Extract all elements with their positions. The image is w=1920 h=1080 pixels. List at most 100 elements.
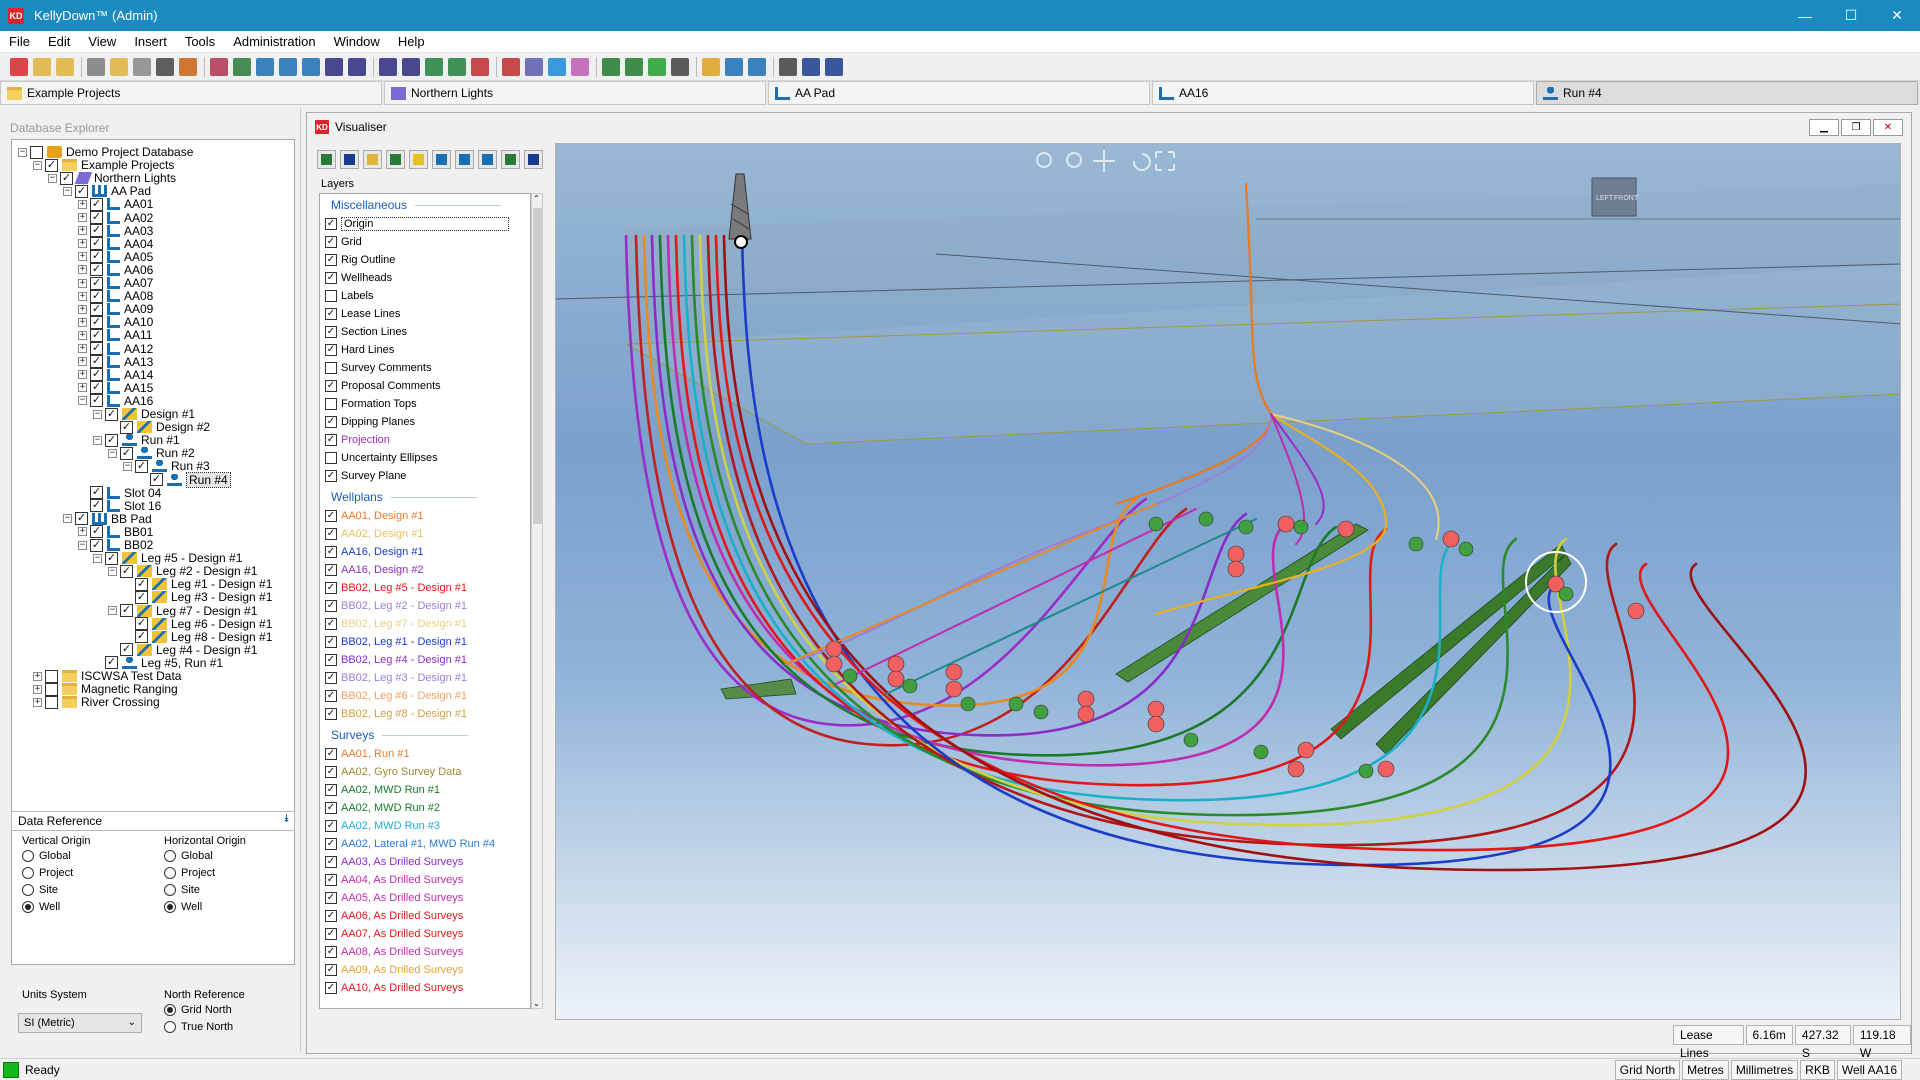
layer-row[interactable]: ✓ Grid — [325, 234, 362, 250]
sync-icon[interactable] — [478, 149, 497, 169]
menu-administration[interactable]: Administration — [224, 31, 324, 53]
layer-row[interactable]: Survey Comments — [325, 360, 431, 376]
radio-vertical-global[interactable]: Global — [22, 847, 90, 864]
layer-row[interactable]: ✓ AA02, Design #1 — [325, 526, 424, 542]
layer-checkbox[interactable]: ✓ — [325, 892, 337, 904]
expand-icon[interactable]: + — [78, 383, 87, 393]
layer-checkbox[interactable]: ✓ — [325, 546, 337, 558]
scrollbar-thumb[interactable] — [533, 208, 542, 524]
layer-row[interactable]: ✓ AA03, As Drilled Surveys — [325, 854, 463, 870]
layer-row[interactable]: ✓ Dipping Planes — [325, 414, 415, 430]
delete-icon[interactable] — [10, 57, 28, 76]
plan-icon[interactable] — [302, 57, 320, 76]
tab-aa16[interactable]: AA16 — [1152, 81, 1534, 105]
survey-icon[interactable] — [448, 57, 466, 76]
expand-icon[interactable]: + — [78, 213, 87, 222]
settings-icon[interactable] — [179, 57, 197, 76]
properties-icon[interactable] — [87, 57, 105, 76]
layer-row[interactable]: ✓ BB02, Leg #4 - Design #1 — [325, 652, 467, 668]
layer-checkbox[interactable]: ✓ — [325, 874, 337, 886]
tab-run-4[interactable]: Run #4 — [1536, 81, 1918, 105]
collapse-icon[interactable]: − — [33, 160, 42, 170]
layer-row[interactable]: ✓ AA08, As Drilled Surveys — [325, 944, 463, 960]
export-icon[interactable] — [725, 57, 743, 76]
collapse-icon[interactable]: − — [123, 461, 132, 471]
layer-checkbox[interactable]: ✓ — [325, 820, 337, 832]
layer-row[interactable]: ✓ AA16, Design #2 — [325, 562, 424, 578]
expand-icon[interactable]: + — [78, 226, 87, 236]
layer-checkbox[interactable]: ✓ — [325, 946, 337, 958]
layer-checkbox[interactable]: ✓ — [325, 272, 337, 284]
layer-checkbox[interactable]: ✓ — [325, 236, 337, 248]
menu-window[interactable]: Window — [325, 31, 389, 53]
layer-checkbox[interactable]: ✓ — [325, 856, 337, 868]
binoculars-icon[interactable] — [802, 57, 820, 76]
layer-row[interactable]: ✓ AA10, As Drilled Surveys — [325, 980, 463, 996]
copy-icon[interactable] — [432, 149, 451, 169]
layer-checkbox[interactable] — [325, 452, 337, 464]
expand-icon[interactable]: + — [78, 330, 87, 340]
collapse-icon[interactable]: − — [93, 435, 102, 445]
radio-vertical-well[interactable]: Well — [22, 898, 90, 915]
layer-row[interactable]: ✓ BB02, Leg #6 - Design #1 — [325, 688, 467, 704]
layer-row[interactable]: ✓ AA16, Design #1 — [325, 544, 424, 560]
menu-insert[interactable]: Insert — [125, 31, 176, 53]
report-icon[interactable] — [348, 57, 366, 76]
layer-checkbox[interactable]: ✓ — [325, 344, 337, 356]
layer-checkbox[interactable]: ✓ — [325, 784, 337, 796]
add-layer-icon[interactable] — [317, 149, 336, 169]
layer-row[interactable]: ✓ AA02, Gyro Survey Data — [325, 764, 461, 780]
expand-icon[interactable]: + — [78, 239, 87, 249]
layer-row[interactable]: ✓ AA05, As Drilled Surveys — [325, 890, 463, 906]
report-icon[interactable] — [379, 57, 397, 76]
radio-horizontal-site[interactable]: Site — [164, 881, 246, 898]
scroll-up-icon[interactable]: ⌃ — [533, 194, 540, 203]
units-system-select[interactable]: SI (Metric) ⌄ — [18, 1013, 142, 1033]
radio-true-north[interactable]: True North — [164, 1018, 245, 1035]
layer-row[interactable]: Formation Tops — [325, 396, 417, 412]
layer-checkbox[interactable]: ✓ — [325, 766, 337, 778]
layer-checkbox[interactable]: ✓ — [325, 218, 337, 230]
rotate-icon[interactable] — [455, 149, 474, 169]
maximize-button[interactable]: ☐ — [1828, 0, 1874, 31]
layer-row[interactable]: ✓ Projection — [325, 432, 390, 448]
expand-icon[interactable]: + — [78, 304, 87, 314]
lightning-icon[interactable] — [409, 149, 428, 169]
tab-northern-lights[interactable]: Northern Lights — [384, 81, 766, 105]
expand-icon[interactable]: + — [78, 344, 87, 353]
expand-icon[interactable]: + — [78, 278, 87, 288]
expand-icon[interactable]: + — [78, 370, 87, 380]
collapse-icon[interactable]: − — [63, 514, 72, 524]
layer-checkbox[interactable]: ✓ — [325, 308, 337, 320]
collapse-icon[interactable]: − — [48, 173, 57, 183]
expand-icon[interactable]: + — [78, 317, 87, 327]
direction-icon[interactable] — [625, 57, 643, 76]
layer-row[interactable]: ✓ AA02, MWD Run #3 — [325, 818, 440, 834]
layer-row[interactable]: ✓ Proposal Comments — [325, 378, 441, 394]
document-icon[interactable] — [779, 57, 797, 76]
layer-row[interactable]: Labels — [325, 288, 373, 304]
layer-checkbox[interactable]: ✓ — [325, 672, 337, 684]
warning-icon[interactable] — [702, 57, 720, 76]
radio-vertical-site[interactable]: Site — [22, 881, 90, 898]
water-icon[interactable] — [548, 57, 566, 76]
collapse-icon[interactable]: − — [93, 409, 102, 419]
help-icon[interactable] — [825, 57, 843, 76]
radio-grid-north[interactable]: Grid North — [164, 1001, 245, 1018]
layer-checkbox[interactable]: ✓ — [325, 910, 337, 922]
radio-horizontal-well[interactable]: Well — [164, 898, 246, 915]
database-icon[interactable] — [233, 57, 251, 76]
tree-node[interactable]: + River Crossing — [33, 694, 160, 710]
open-icon[interactable] — [33, 57, 51, 76]
layer-row[interactable]: ✓ BB02, Leg #2 - Design #1 — [325, 598, 467, 614]
tool-icon[interactable] — [502, 57, 520, 76]
tab-example-projects[interactable]: Example Projects — [0, 81, 382, 105]
well-icon[interactable] — [279, 57, 297, 76]
layer-checkbox[interactable]: ✓ — [325, 964, 337, 976]
survey-icon[interactable] — [425, 57, 443, 76]
layer-checkbox[interactable]: ✓ — [325, 636, 337, 648]
layer-row[interactable]: ✓ AA02, MWD Run #2 — [325, 800, 440, 816]
view-cube[interactable]: LEFT FRONT — [1591, 177, 1639, 217]
layer-row[interactable]: ✓ BB02, Leg #8 - Design #1 — [325, 706, 467, 722]
close-button[interactable]: ✕ — [1873, 119, 1903, 136]
